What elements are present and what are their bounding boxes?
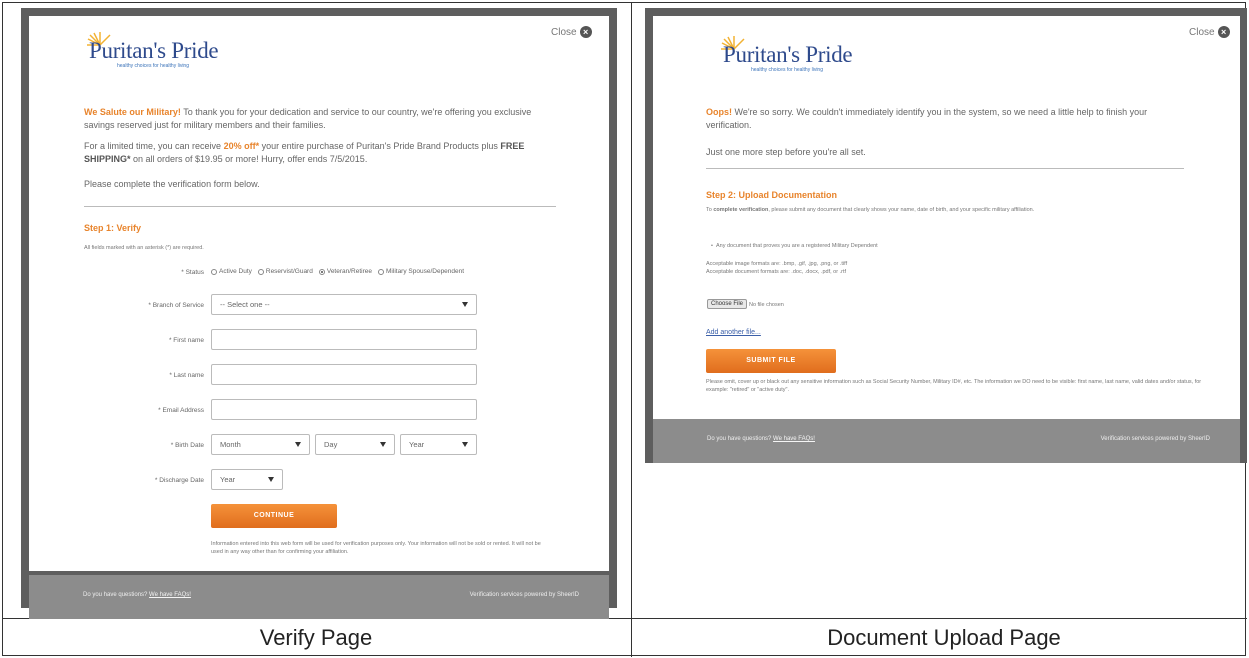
offer-mid: your entire purchase of Puritan's Pride … (259, 141, 501, 151)
brand-tagline: healthy choices for healthy living (751, 67, 823, 73)
complete-bold: complete verification (713, 207, 769, 213)
status-option-label: Reservist/Guard (265, 268, 313, 275)
discharge-date-label: * Discharge Date (154, 477, 204, 484)
close-icon: × (579, 26, 592, 38)
oops-lead: Oops! (706, 107, 732, 117)
brand-logo: Puritan's Pride healthy choices for heal… (721, 36, 853, 73)
offer-pre: For a limited time, you can receive (84, 141, 224, 151)
email-label: * Email Address (158, 407, 204, 414)
close-label: Close (1189, 26, 1215, 38)
caption-upload-page: Document Upload Page (827, 625, 1061, 650)
submit-file-button[interactable]: SUBMIT FILE (706, 349, 836, 373)
footer-question: Do you have questions? We have FAQs! (83, 592, 191, 598)
no-file-chosen: No file chosen (749, 302, 784, 308)
complete-text: To complete verification, please submit … (706, 206, 1196, 214)
bullet-text: Any document that proves you are a regis… (715, 243, 878, 249)
verify-screenshot: Close × Puritan's Pride healthy choices … (21, 8, 617, 619)
birth-day-select[interactable]: Day (315, 434, 395, 455)
required-note: All fields marked with an asterisk (*) a… (84, 245, 204, 251)
branch-label: * Branch of Service (148, 302, 204, 309)
status-option-veteran[interactable]: Veteran/Retiree (318, 268, 373, 275)
branch-select[interactable]: -- Select one -- (211, 294, 477, 315)
verify-modal: Close × Puritan's Pride healthy choices … (29, 16, 609, 571)
instruction-text: Please complete the verification form be… (84, 179, 260, 189)
status-option-label: Active Duty (219, 268, 252, 275)
privacy-text: Please omit, cover up or black out any s… (706, 379, 1202, 393)
oops-rest: We're so sorry. We couldn't immediately … (706, 107, 1148, 130)
chevron-down-icon (462, 302, 468, 307)
brand-logo: Puritan's Pride healthy choices for heal… (87, 32, 219, 69)
status-label: * Status (181, 269, 204, 276)
last-name-input[interactable] (211, 364, 477, 385)
oops-text: Oops! We're so sorry. We couldn't immedi… (706, 106, 1186, 132)
footer-question-text: Do you have questions? (83, 592, 150, 598)
radio-icon (211, 268, 217, 275)
chevron-down-icon (462, 442, 468, 447)
one-more-text: Just one more step before you're all set… (706, 147, 866, 157)
close-button[interactable]: Close × (1189, 26, 1230, 38)
footer-question: Do you have questions? We have FAQs! (707, 436, 815, 442)
divider (706, 168, 1184, 169)
upload-screenshot: Close × Puritan's Pride healthy choices … (645, 8, 1247, 463)
add-another-file-link[interactable]: Add another file... (706, 329, 761, 336)
footer-question-text: Do you have questions? (707, 436, 774, 442)
verify-footer: Do you have questions? We have FAQs! Ver… (29, 575, 609, 619)
complete-rest: , please submit any document that clearl… (768, 207, 1035, 213)
upload-footer: Do you have questions? We have FAQs! Ver… (653, 419, 1240, 463)
faq-link[interactable]: We have FAQs! (149, 592, 191, 598)
close-label: Close (551, 26, 577, 38)
last-name-label: * Last name (169, 372, 204, 379)
chevron-down-icon (295, 442, 301, 447)
status-option-label: Military Spouse/Dependent (386, 268, 465, 275)
footer-powered: Verification services powered by SheerID (469, 592, 579, 598)
brand-name: Puritan's Pride (89, 38, 219, 63)
email-input[interactable] (211, 399, 477, 420)
first-name-input[interactable] (211, 329, 477, 350)
first-name-label: * First name (168, 337, 204, 344)
birth-date-label: * Birth Date (170, 442, 204, 449)
chevron-down-icon (380, 442, 386, 447)
status-option-active-duty[interactable]: Active Duty (211, 268, 252, 275)
birth-month-value: Month (220, 440, 241, 449)
status-option-spouse[interactable]: Military Spouse/Dependent (378, 268, 464, 275)
step-title: Step 1: Verify (84, 223, 142, 233)
birth-month-select[interactable]: Month (211, 434, 310, 455)
status-option-reservist[interactable]: Reservist/Guard (257, 268, 313, 275)
choose-file-button[interactable]: Choose File (707, 299, 748, 309)
birth-year-value: Year (409, 440, 425, 449)
table-divider (631, 3, 632, 657)
bullet-item: • Any document that proves you are a reg… (711, 243, 878, 249)
close-button[interactable]: Close × (551, 26, 592, 38)
document-formats: Acceptable document formats are: .doc, .… (706, 269, 847, 275)
footer-powered: Verification services powered by SheerID (1100, 436, 1210, 442)
radio-icon (257, 268, 264, 275)
step-title: Step 2: Upload Documentation (706, 190, 838, 200)
radio-icon (378, 268, 385, 275)
offer-discount: 20% off* (223, 141, 260, 151)
intro-text: We Salute our Military! To thank you for… (84, 106, 554, 132)
branch-select-value: -- Select one -- (220, 300, 270, 309)
divider (84, 206, 556, 207)
image-formats: Acceptable image formats are: .bmp, .gif… (706, 261, 848, 267)
status-option-label: Veteran/Retiree (326, 268, 373, 275)
faq-link[interactable]: We have FAQs! (773, 436, 815, 442)
intro-lead: We Salute our Military! (84, 107, 181, 117)
discharge-year-value: Year (220, 475, 236, 484)
birth-year-select[interactable]: Year (400, 434, 477, 455)
brand-tagline: healthy choices for healthy living (117, 63, 189, 69)
radio-selected-icon (318, 268, 325, 275)
status-radio-group: Active Duty Reservist/Guard Veteran/Reti… (211, 268, 464, 275)
offer-post: on all orders of $19.95 or more! Hurry, … (130, 154, 368, 164)
disclaimer-text: Information entered into this web form w… (211, 541, 541, 555)
chevron-down-icon (268, 477, 274, 482)
close-icon: × (1217, 26, 1230, 38)
discharge-year-select[interactable]: Year (211, 469, 283, 490)
upload-modal: Close × Puritan's Pride healthy choices … (653, 16, 1240, 419)
caption-verify-page: Verify Page (259, 625, 373, 650)
brand-name: Puritan's Pride (723, 42, 853, 67)
offer-text: For a limited time, you can receive 20% … (84, 140, 559, 166)
continue-button[interactable]: CONTINUE (211, 504, 337, 528)
birth-day-value: Day (324, 440, 338, 449)
